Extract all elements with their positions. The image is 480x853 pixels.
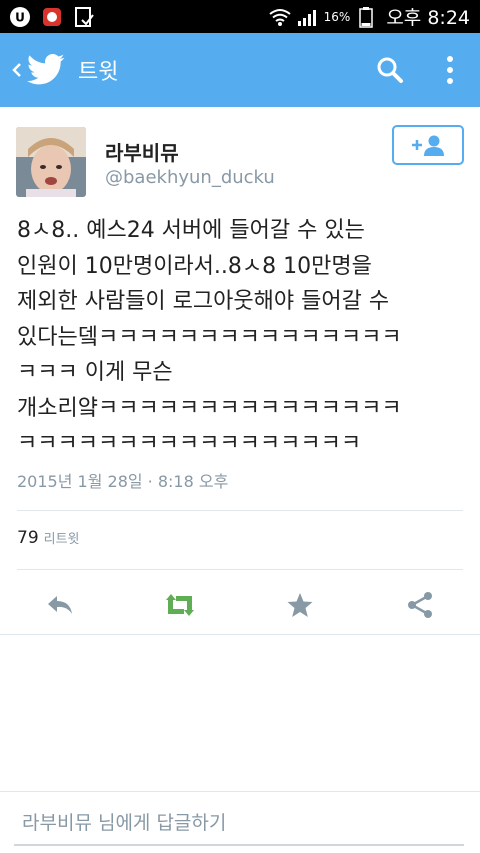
retweet-button[interactable] <box>158 583 202 627</box>
share-icon <box>408 592 432 618</box>
twitter-bird-icon <box>26 50 66 90</box>
retweet-count: 79 <box>17 528 39 548</box>
back-button[interactable] <box>0 33 22 107</box>
app-bar: 트윗 <box>0 33 480 107</box>
battery-icon <box>354 5 378 29</box>
author-name[interactable]: 라부비뮤 <box>105 137 179 166</box>
checklist-icon <box>72 5 96 29</box>
signal-icon <box>296 5 320 29</box>
retweet-stats[interactable]: 79 리트윗 <box>17 528 80 548</box>
reply-bar <box>0 791 480 853</box>
tweet-actions <box>0 577 480 633</box>
clock: 오후 8:24 <box>386 7 470 29</box>
search-icon <box>377 57 403 83</box>
follow-button[interactable] <box>392 125 464 165</box>
retweet-icon <box>166 594 194 616</box>
uplus-icon: U <box>8 5 32 29</box>
divider <box>0 634 480 635</box>
avatar[interactable] <box>16 127 86 197</box>
tweet-text: 8ㅅ8.. 예스24 서버에 들어갈 수 있는 인원이 10만명이라서..8ㅅ8… <box>17 218 402 456</box>
svg-text:U: U <box>15 10 25 24</box>
status-bar: U 16% 오후 8:24 <box>0 0 480 33</box>
wifi-icon <box>268 5 292 29</box>
reply-icon <box>48 596 72 614</box>
favorite-button[interactable] <box>278 583 322 627</box>
reply-button[interactable] <box>38 583 82 627</box>
overflow-menu-button[interactable] <box>420 33 480 107</box>
chevron-left-icon <box>12 63 21 77</box>
add-user-icon <box>412 135 444 156</box>
retweet-label: 리트윗 <box>43 532 80 547</box>
author-handle[interactable]: @baekhyun_ducku <box>105 167 275 188</box>
reply-input[interactable] <box>14 802 464 846</box>
page-title: 트윗 <box>78 60 119 85</box>
more-vertical-icon <box>447 56 453 84</box>
app-notification-icon <box>40 5 64 29</box>
search-button[interactable] <box>360 33 420 107</box>
star-icon <box>287 593 313 617</box>
divider <box>17 569 463 570</box>
share-button[interactable] <box>398 583 442 627</box>
battery-percent: 16% <box>323 9 351 24</box>
tweet-timestamp: 2015년 1월 28일 · 8:18 오후 <box>17 472 229 491</box>
divider <box>17 510 463 511</box>
